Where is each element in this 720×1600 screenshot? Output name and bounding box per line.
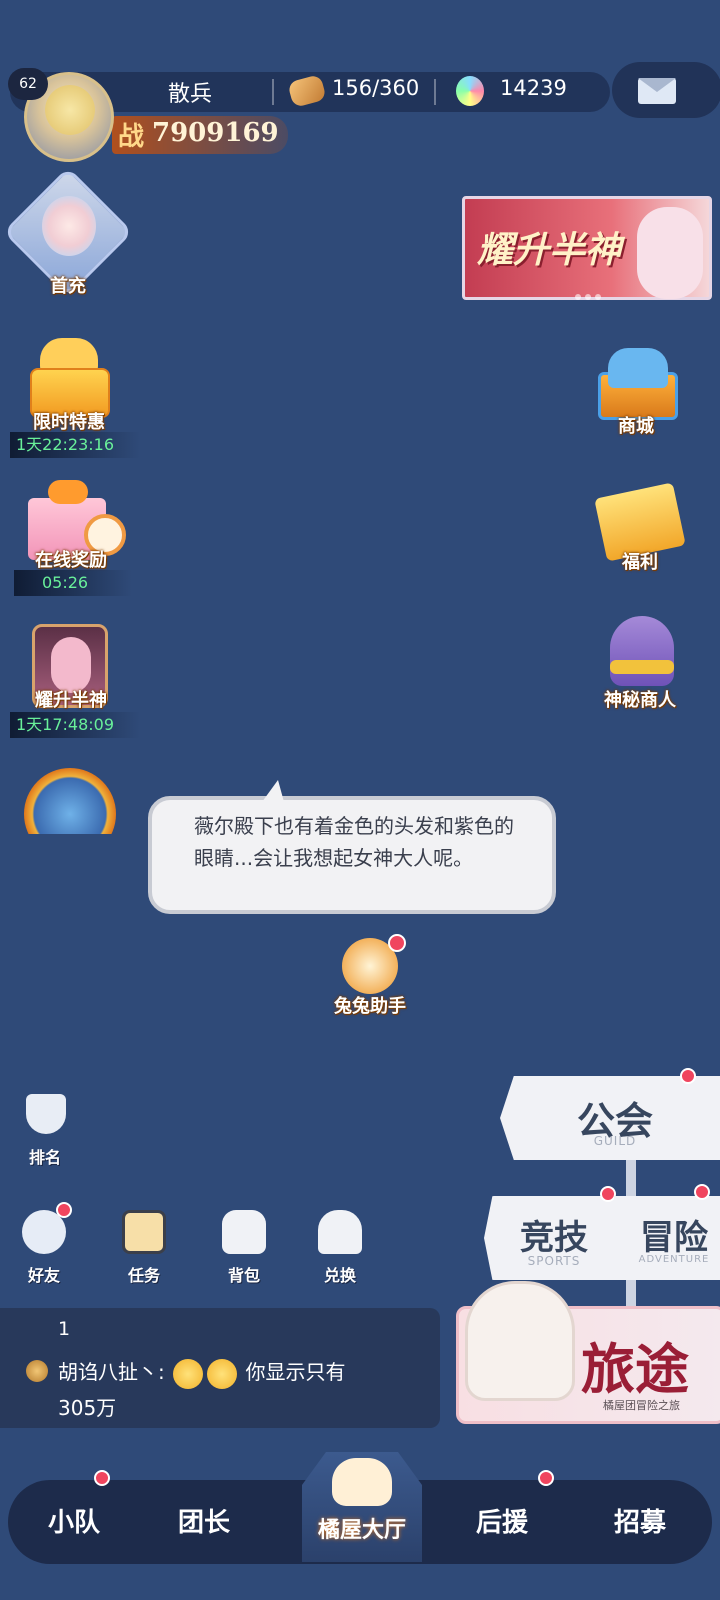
banner-title: 耀升半神 [477,229,622,271]
limited-offer-button[interactable] [20,338,120,418]
notification-dot [680,1068,696,1084]
chat-sender: 胡诌八扯丶: [58,1360,165,1384]
gem-icon [456,76,484,106]
limited-offer-label: 限时特惠 [33,412,105,433]
bag-button[interactable]: 背包 [214,1210,274,1290]
crying-emoji-icon [173,1358,204,1389]
event-icon [24,768,116,834]
adventure-sign-button[interactable]: 冒险 ADVENTURE [614,1196,720,1280]
backpack-icon [222,1210,266,1254]
first-charge-label: 首充 [50,276,86,297]
cat-house-icon [332,1458,392,1506]
scarf [610,660,674,674]
guild-sign-button[interactable]: 公会 GUILD [500,1076,720,1160]
chat-box[interactable]: 1 胡诌八扯丶: 你显示只有 305万 [0,1308,440,1428]
shop-label: 商城 [618,416,654,437]
player-name: 散兵 [167,82,212,107]
journey-button[interactable]: 旅途 橘屋团冒险之旅 [456,1281,720,1424]
notification-dot [94,1470,110,1486]
rabbit-assistant-button[interactable]: 兔兔助手 [332,930,412,1020]
chat-message: 胡诌八扯丶: 你显示只有 [58,1356,345,1389]
arena-label: 竞技 [520,1218,588,1258]
divider [272,79,274,105]
notification-dot [388,934,406,952]
mail-button[interactable] [612,62,720,118]
mystery-merchant-label: 神秘商人 [604,690,676,711]
online-reward-timer: 05:26 [14,570,132,596]
ranking-button[interactable]: 排名 [20,1094,70,1168]
adventure-label: 冒险 [640,1218,708,1258]
tasks-label: 任务 [127,1266,160,1285]
limited-offer-timer: 1天22:23:16 [10,432,140,458]
speech-bubble: 薇尔殿下也有着金色的头发和紫色的眼睛...会让我想起女神大人呢。 [148,780,556,914]
arena-sublabel: SPORTS [527,1254,581,1268]
friends-label: 好友 [27,1266,60,1285]
nav-team[interactable]: 小队 [24,1502,124,1539]
adventure-sublabel: ADVENTURE [638,1254,710,1265]
stamina-value[interactable]: 156/360 [332,76,419,100]
mail-icon [638,78,676,104]
nav-recruit[interactable]: 招募 [590,1502,690,1539]
nav-hall-button[interactable]: 橘屋大厅 [302,1452,422,1562]
merchant-icon [610,616,674,686]
chat-text-continued: 305万 [58,1396,117,1420]
cat-mascot-icon [465,1281,575,1401]
bow-icon [48,480,88,504]
shop-house-icon [318,1210,362,1254]
clipboard-icon [122,1210,166,1254]
nav-leader[interactable]: 团长 [154,1502,254,1539]
notification-dot [56,1202,72,1218]
cat-icon [608,348,668,388]
journey-sublabel: 橘屋团冒险之旅 [603,1399,680,1412]
online-reward-label: 在线奖励 [35,550,107,571]
level-badge: 62 [8,68,48,100]
ascend-demigod-banner[interactable]: 耀升半神 [462,196,712,300]
chat-channel-number: 1 [58,1318,71,1340]
character-portrait [42,196,96,256]
character-portrait [51,637,91,693]
nav-support[interactable]: 后援 [452,1502,552,1539]
ascend-demigod-timer: 1天17:48:09 [10,712,140,738]
power-label: 战 [118,122,145,152]
exchange-button[interactable]: 兑换 [310,1210,370,1290]
friends-button[interactable]: 好友 [14,1202,74,1290]
event-button-partial[interactable] [22,764,122,834]
ranking-label: 排名 [28,1148,61,1167]
divider [434,79,436,105]
assistant-label: 兔兔助手 [334,996,406,1017]
nav-hall-label: 橘屋大厅 [317,1518,406,1543]
bag-label: 背包 [227,1266,260,1285]
tasks-button[interactable]: 任务 [114,1210,174,1290]
smug-emoji-icon [207,1358,238,1389]
speech-text: 薇尔殿下也有着金色的头发和紫色的眼睛...会让我想起女神大人呢。 [194,814,514,870]
exchange-label: 兑换 [323,1266,356,1285]
chat-text: 你显示只有 [245,1360,346,1384]
gem-count[interactable]: 14239 [500,76,567,100]
trophy-icon [26,1094,66,1134]
arena-sign-button[interactable]: 竞技 SPORTS [484,1196,624,1280]
ascend-demigod-label: 耀升半神 [35,690,107,711]
world-chat-icon [26,1360,48,1382]
banner-pagination [575,285,615,300]
character-portrait [637,207,703,299]
notification-dot [694,1184,710,1200]
power-value: 7909169 [152,118,279,148]
guild-sublabel: GUILD [593,1134,637,1148]
first-charge-button[interactable] [2,166,134,298]
welfare-label: 福利 [622,552,658,573]
journey-label: 旅途 [581,1337,689,1401]
notification-dot [538,1470,554,1486]
